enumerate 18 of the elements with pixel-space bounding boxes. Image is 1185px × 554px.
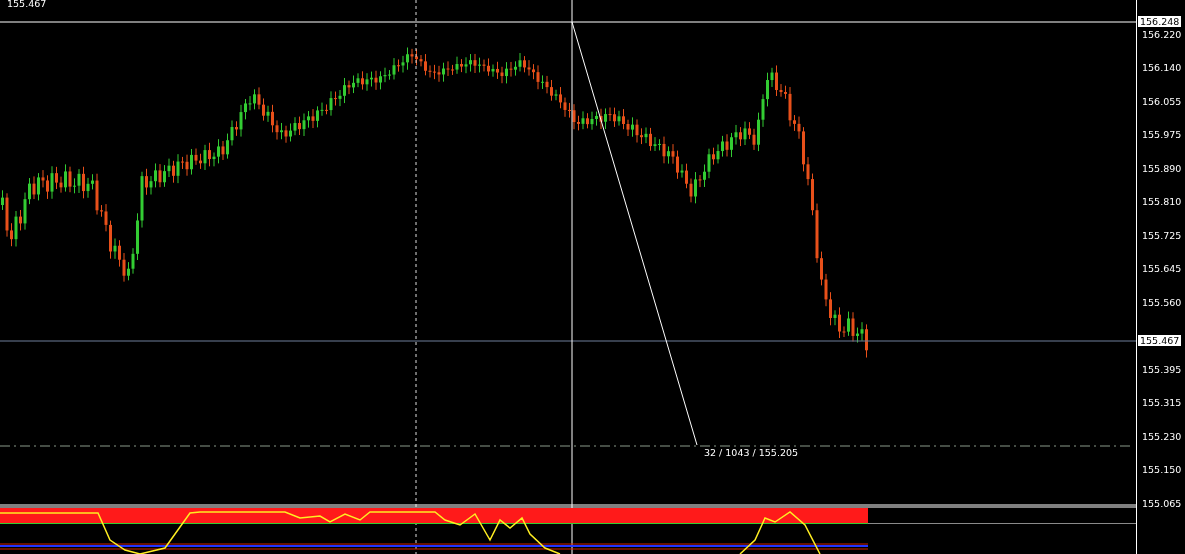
axis-label: 156.055 xyxy=(1142,95,1182,107)
crosshair-readout: 32 / 1043 / 155.205 xyxy=(704,447,799,458)
axis-label: 155.645 xyxy=(1142,263,1182,274)
axis-label: 155.150 xyxy=(1142,464,1182,475)
axis-label: 156.220 xyxy=(1142,28,1182,40)
axis-label: 155.065 xyxy=(1142,497,1182,509)
axis-label: 155.395 xyxy=(1142,363,1182,375)
axis-label: 155.230 xyxy=(1142,430,1182,442)
axis-label: 155.315 xyxy=(1142,397,1182,408)
axis-label: 155.725 xyxy=(1142,229,1182,241)
axis-label: 155.890 xyxy=(1142,162,1182,174)
price-label: 155.467 xyxy=(7,0,47,9)
current-price-tag: 155.467 xyxy=(1138,335,1182,346)
axis-label: 155.810 xyxy=(1142,196,1182,207)
axis-label: 155.560 xyxy=(1142,296,1182,308)
axis-label: 156.140 xyxy=(1142,62,1182,73)
axis-label: 155.975 xyxy=(1142,129,1182,140)
crosshair-price-tag: 156.248 xyxy=(1138,16,1182,27)
